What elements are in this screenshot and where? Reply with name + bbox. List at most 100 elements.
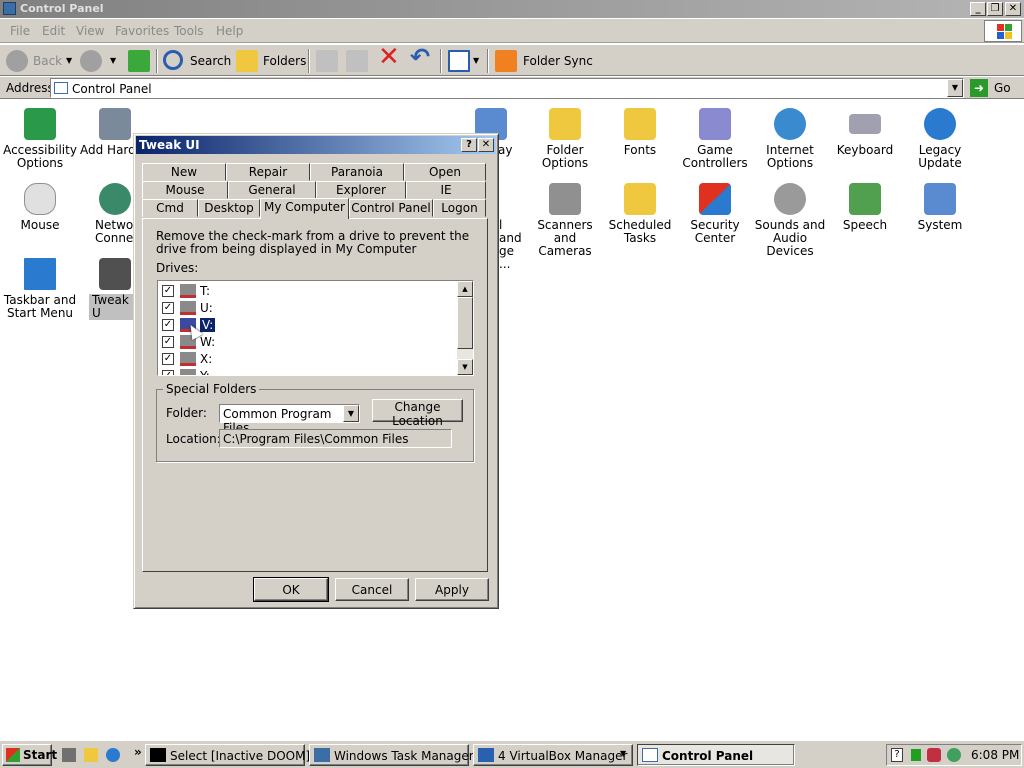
- drive-row[interactable]: ✓ X:: [162, 351, 452, 368]
- windows-logo-icon: [984, 20, 1022, 42]
- back-dropdown-icon[interactable]: ▼: [66, 51, 72, 71]
- menu-view[interactable]: View: [76, 24, 104, 38]
- drives-scrollbar[interactable]: ▲ ▼: [457, 281, 473, 375]
- security-center-item[interactable]: Security Center: [677, 183, 753, 245]
- scheduled-tasks-item[interactable]: Scheduled Tasks: [602, 183, 678, 245]
- menu-help[interactable]: Help: [216, 24, 243, 38]
- quicklaunch-explorer-icon[interactable]: [84, 748, 98, 762]
- window-titlebar[interactable]: Control Panel _ ❐ ✕: [0, 0, 1024, 18]
- menu-tools[interactable]: Tools: [174, 24, 204, 38]
- task-select-doom[interactable]: Select [Inactive DOOM]: [145, 744, 310, 766]
- tab-general[interactable]: General: [228, 181, 316, 199]
- move-to-icon[interactable]: [316, 50, 338, 72]
- drive-row[interactable]: ✓ W:: [162, 334, 452, 351]
- scroll-thumb[interactable]: [457, 297, 473, 349]
- tab-desktop[interactable]: Desktop: [198, 199, 260, 217]
- tab-new[interactable]: New: [142, 163, 226, 181]
- security-shield-tray-icon[interactable]: [927, 748, 941, 762]
- tab-cmd[interactable]: Cmd: [142, 199, 198, 217]
- undo-icon[interactable]: ↶: [410, 45, 430, 69]
- help-button[interactable]: ?: [461, 138, 477, 152]
- accessibility-options-item[interactable]: Accessibility Options: [2, 108, 78, 170]
- keyboard-item[interactable]: Keyboard: [827, 108, 903, 157]
- tray-green-icon[interactable]: [911, 749, 921, 761]
- address-input[interactable]: Control Panel ▼: [50, 78, 964, 98]
- tab-ie[interactable]: IE: [406, 181, 486, 199]
- drive-row-selected[interactable]: ✓ V:: [162, 317, 452, 334]
- forward-button[interactable]: [80, 50, 102, 72]
- copy-to-icon[interactable]: [346, 50, 368, 72]
- quicklaunch-overflow-icon[interactable]: »: [134, 745, 142, 759]
- help-tray-icon[interactable]: ?: [891, 748, 903, 762]
- drive-checkbox[interactable]: ✓: [162, 302, 174, 314]
- network-tray-icon[interactable]: [947, 748, 961, 762]
- drive-row[interactable]: ✓ U:: [162, 300, 452, 317]
- task-task-manager[interactable]: Windows Task Manager: [309, 744, 474, 766]
- quicklaunch-ie-icon[interactable]: [106, 748, 120, 762]
- speech-item[interactable]: Speech: [827, 183, 903, 232]
- task-group-dropdown-icon[interactable]: ▼: [620, 749, 626, 758]
- menu-file[interactable]: File: [10, 24, 30, 38]
- tab-control-panel[interactable]: Control Panel: [349, 199, 433, 217]
- go-button[interactable]: ➜ Go: [968, 78, 1022, 98]
- internet-options-item[interactable]: Internet Options: [752, 108, 828, 170]
- taskbar-start-menu-item[interactable]: Taskbar and Start Menu: [2, 258, 78, 320]
- dialog-titlebar[interactable]: Tweak UI ? ✕: [136, 136, 496, 154]
- folder-dropdown-button[interactable]: ▼: [343, 405, 359, 422]
- scanners-cameras-item[interactable]: Scanners and Cameras: [527, 183, 603, 258]
- quicklaunch-desktop-icon[interactable]: [62, 748, 76, 762]
- game-controllers-item[interactable]: Game Controllers: [677, 108, 753, 170]
- minimize-button[interactable]: _: [970, 2, 986, 16]
- task-control-panel[interactable]: Control Panel: [637, 744, 795, 766]
- dialog-close-button[interactable]: ✕: [478, 138, 494, 152]
- search-button[interactable]: Search: [190, 51, 231, 71]
- tab-explorer[interactable]: Explorer: [316, 181, 406, 199]
- folders-button[interactable]: Folders: [263, 51, 306, 71]
- folder-options-item[interactable]: Folder Options: [527, 108, 603, 170]
- drive-checkbox[interactable]: ✓: [162, 353, 174, 365]
- back-button[interactable]: Back: [33, 51, 62, 71]
- close-button[interactable]: ✕: [1005, 2, 1021, 16]
- menu-edit[interactable]: Edit: [42, 24, 65, 38]
- scroll-down-button[interactable]: ▼: [457, 359, 473, 375]
- drive-row[interactable]: ✓ T:: [162, 283, 452, 300]
- fonts-item[interactable]: Fonts: [602, 108, 678, 157]
- sounds-audio-item[interactable]: Sounds and Audio Devices: [752, 183, 828, 258]
- menu-favorites[interactable]: Favorites: [115, 24, 169, 38]
- tweak-ui-icon: [99, 258, 131, 290]
- clock[interactable]: 6:08 PM: [971, 748, 1019, 762]
- drive-checkbox[interactable]: ✓: [162, 336, 174, 348]
- tab-open[interactable]: Open: [404, 163, 486, 181]
- up-folder-icon[interactable]: [128, 50, 150, 72]
- views-dropdown-icon[interactable]: ▼: [473, 51, 479, 71]
- drive-checkbox[interactable]: ✓: [162, 370, 174, 375]
- tab-paranoia[interactable]: Paranoia: [310, 163, 404, 181]
- address-dropdown-button[interactable]: ▼: [947, 79, 963, 97]
- folder-select[interactable]: Common Program Files ▼: [219, 404, 360, 435]
- forward-dropdown-icon[interactable]: ▼: [110, 51, 116, 71]
- tab-mouse[interactable]: Mouse: [142, 181, 228, 199]
- start-button[interactable]: Start: [2, 744, 57, 766]
- scroll-up-button[interactable]: ▲: [457, 281, 473, 297]
- views-icon[interactable]: [448, 50, 470, 72]
- mouse-item[interactable]: Mouse: [2, 183, 78, 232]
- tab-logon[interactable]: Logon: [433, 199, 486, 217]
- ok-button[interactable]: OK: [253, 577, 329, 602]
- drive-row[interactable]: ✓ Y:: [162, 368, 452, 375]
- drives-list[interactable]: ✓ T: ✓ U: ✓ V: ✓ W: ✓ X: ✓ Y: ▲ ▼: [157, 280, 474, 376]
- folder-sync-button[interactable]: Folder Sync: [523, 51, 593, 71]
- task-virtualbox[interactable]: 4 VirtualBox Manager ▼: [473, 744, 633, 766]
- change-location-button[interactable]: Change Location: [372, 399, 463, 428]
- drive-checkbox[interactable]: ✓: [162, 285, 174, 297]
- delete-icon[interactable]: ✕: [378, 44, 400, 70]
- tab-my-computer[interactable]: My Computer: [260, 198, 349, 219]
- control-panel-icon: [54, 82, 68, 94]
- drive-icon: [180, 352, 196, 366]
- tab-repair[interactable]: Repair: [226, 163, 310, 181]
- apply-button[interactable]: Apply: [415, 578, 489, 601]
- drive-checkbox[interactable]: ✓: [162, 319, 174, 331]
- legacy-update-item[interactable]: Legacy Update: [902, 108, 978, 170]
- restore-button[interactable]: ❐: [987, 2, 1003, 16]
- cancel-button[interactable]: Cancel: [335, 578, 409, 601]
- system-item[interactable]: System: [902, 183, 978, 232]
